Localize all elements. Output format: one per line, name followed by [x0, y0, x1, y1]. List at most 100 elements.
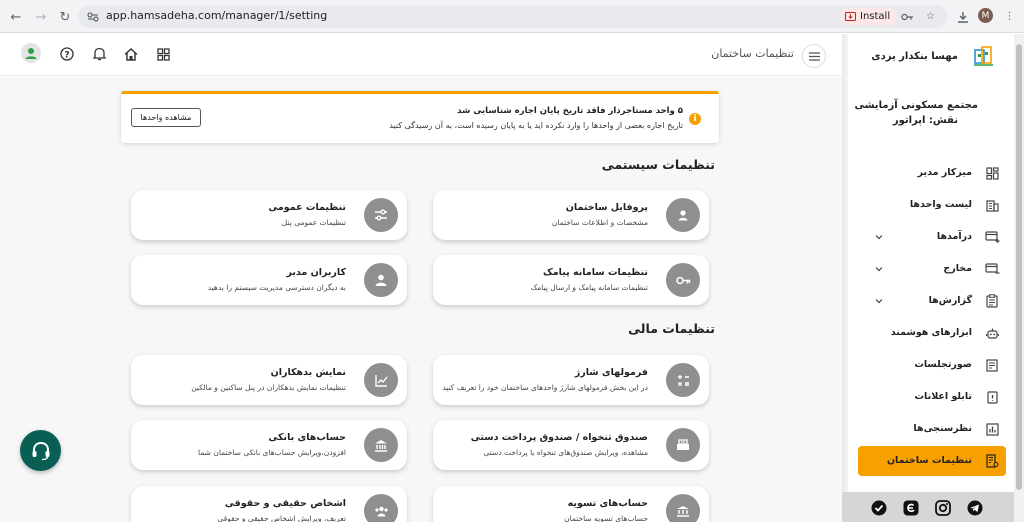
- sidebar-item-reports[interactable]: گزارش‌ها: [858, 286, 1006, 316]
- browser-menu-icon[interactable]: ⋮: [1002, 9, 1017, 24]
- sidebar-item-income[interactable]: درآمدها: [858, 222, 1006, 252]
- card-persons[interactable]: اشخاص حقیقی و حقوقی تعریف، ویرایش اشخاص …: [131, 486, 407, 522]
- expense-icon: [984, 261, 1000, 277]
- browser-profile-avatar[interactable]: M: [978, 8, 993, 23]
- chevron-down-icon: [875, 235, 883, 240]
- sidebar-item-polls[interactable]: نظرسنجی‌ها: [858, 414, 1006, 444]
- back-icon[interactable]: ←: [6, 7, 26, 27]
- sidebar-item-label: ابزارهای هوشمند: [890, 327, 972, 338]
- income-icon: [984, 229, 1000, 245]
- view-units-button[interactable]: مشاهده واحدها: [131, 108, 201, 127]
- card-title: پروفایل ساختمان: [565, 202, 648, 213]
- bale-icon[interactable]: [870, 499, 887, 516]
- card-charge-formulas[interactable]: فرمولهای شارژ در این بخش فرمولهای شارژ و…: [433, 355, 709, 405]
- password-key-icon[interactable]: [900, 9, 915, 24]
- user-icon: [25, 48, 37, 59]
- eitaa-icon[interactable]: [902, 499, 919, 516]
- card-title: اشخاص حقیقی و حقوقی: [224, 498, 346, 509]
- card-settlement-accounts[interactable]: حساب‌های تسویه حساب‌های تسویه ساختمان: [433, 486, 709, 522]
- profile-initial: M: [981, 10, 990, 21]
- url-text[interactable]: app.hamsadeha.com/manager/1/setting: [106, 9, 327, 22]
- sliders-icon: [364, 198, 398, 232]
- sidebar-item-label: تنظیمات ساختمان: [886, 455, 972, 466]
- user-avatar[interactable]: [21, 43, 41, 63]
- home-icon[interactable]: [122, 45, 140, 63]
- sidebar-item-label: میزکار مدیر: [917, 167, 972, 178]
- download-icon[interactable]: [955, 9, 970, 24]
- chart-icon: [364, 363, 398, 397]
- grid-apps-icon[interactable]: [154, 45, 172, 63]
- sidebar-item-label: لیست واحدها: [909, 199, 972, 210]
- alert-title: ۵ واحد مستاجردار فاقد تاریخ پایان اجاره …: [457, 106, 683, 116]
- card-desc: تنظیمات عمومی پنل: [281, 218, 346, 227]
- info-icon: i: [689, 113, 701, 125]
- address-bar[interactable]: app.hamsadeha.com/manager/1/setting Inst…: [78, 5, 948, 28]
- sidebar-item-label: صورتجلسات: [914, 359, 972, 370]
- svg-text:?: ?: [64, 51, 69, 61]
- card-title: نمایش بدهکاران: [270, 367, 346, 378]
- tenancy-alert: i ۵ واحد مستاجردار فاقد تاریخ پایان اجار…: [121, 91, 719, 143]
- card-title: صندوق تنخواه / صندوق پرداخت دستی: [470, 432, 648, 443]
- card-title: حساب‌های تسویه: [567, 498, 648, 509]
- card-desc: افزودن،ویرایش حساب‌های بانکی ساختمان شما: [198, 448, 346, 457]
- chevron-down-icon: [875, 299, 883, 304]
- card-title: تنظیمات عمومی: [268, 202, 346, 213]
- card-cash-box[interactable]: صندوق تنخواه / صندوق پرداخت دستی مشاهده،…: [433, 420, 709, 470]
- cash-box-icon: [666, 428, 700, 462]
- sidebar-item-units[interactable]: لیست واحدها: [858, 190, 1006, 220]
- card-building-profile[interactable]: پروفایل ساختمان مشخصات و اطلاعات ساختمان: [433, 190, 709, 240]
- help-icon[interactable]: ?: [58, 45, 76, 63]
- card-general-settings[interactable]: تنظیمات عمومی تنظیمات عمومی پنل: [131, 190, 407, 240]
- sidebar: مهسا بنکدار یزدی مجتمع مسکونی آزمایشی نق…: [848, 34, 1014, 522]
- alert-text: تاریخ اجاره بعضی از واحدها را وارد نکرده…: [389, 121, 683, 130]
- support-button[interactable]: [20, 430, 61, 471]
- notice-board-icon: [984, 389, 1000, 405]
- card-desc: به دیگران دسترسی مدیریت سیستم را بدهید: [207, 283, 346, 292]
- sidebar-item-building-settings[interactable]: تنظیمات ساختمان: [858, 446, 1006, 476]
- bookmark-star-icon[interactable]: ☆: [923, 9, 938, 24]
- card-desc: در این بخش فرمولهای شارژ واحدهای ساختمان…: [442, 383, 648, 392]
- card-bank-accounts[interactable]: حساب‌های بانکی افزودن،ویرایش حساب‌های با…: [131, 420, 407, 470]
- menu-toggle-button[interactable]: [802, 44, 826, 68]
- sidebar-item-dashboard[interactable]: میزکار مدیر: [858, 158, 1006, 188]
- sidebar-scrollbar[interactable]: [1014, 34, 1024, 522]
- card-sms-settings[interactable]: تنظیمات سامانه پیامک تنظیمات سامانه پیام…: [433, 255, 709, 305]
- chevron-down-icon: [875, 267, 883, 272]
- card-desc: تنظیمات سامانه پیامک و ارسال پیامک: [530, 283, 648, 292]
- sidebar-item-smart-tools[interactable]: ابزارهای هوشمند: [858, 318, 1006, 348]
- instagram-icon[interactable]: [934, 499, 951, 516]
- minutes-icon: [984, 357, 1000, 373]
- card-title: حساب‌های بانکی: [268, 432, 346, 443]
- calculator-icon: [666, 363, 700, 397]
- dashboard-icon: [984, 165, 1000, 181]
- browser-toolbar: ← → ↻ app.hamsadeha.com/manager/1/settin…: [0, 0, 1024, 33]
- sidebar-item-label: نظرسنجی‌ها: [913, 423, 972, 434]
- telegram-icon[interactable]: [966, 499, 983, 516]
- settlement-icon: [666, 494, 700, 522]
- site-info-icon[interactable]: [86, 10, 100, 23]
- sidebar-item-notice-board[interactable]: تابلو اعلانات: [858, 382, 1006, 412]
- card-desc: تعریف، ویرایش اشخاص حقیقی و حقوقی: [217, 514, 346, 522]
- social-links-bar: [842, 492, 1014, 522]
- sidebar-item-label: گزارش‌ها: [928, 295, 972, 306]
- sidebar-item-expenses[interactable]: مخارج: [858, 254, 1006, 284]
- scrollbar-thumb[interactable]: [1016, 44, 1022, 490]
- reload-icon[interactable]: ↻: [55, 7, 75, 27]
- people-icon: [364, 494, 398, 522]
- install-app-button[interactable]: Install: [840, 8, 898, 25]
- card-admin-users[interactable]: کاربران مدیر به دیگران دسترسی مدیریت سیس…: [131, 255, 407, 305]
- app-root: ? تنظیمات ساختمان i ۵ واحد مستاجردار فاق…: [0, 34, 1024, 522]
- notification-bell-icon[interactable]: [90, 45, 108, 63]
- robot-icon: [984, 325, 1000, 341]
- sidebar-item-label: تابلو اعلانات: [914, 391, 972, 402]
- section-title-financial: تنظیمات مالی: [628, 321, 715, 336]
- sidebar-item-minutes[interactable]: صورتجلسات: [858, 350, 1006, 380]
- forward-icon[interactable]: →: [31, 7, 51, 27]
- install-label: Install: [860, 11, 891, 22]
- card-show-debtors[interactable]: نمایش بدهکاران تنظیمات نمایش بدهکاران در…: [131, 355, 407, 405]
- bank-icon: [364, 428, 398, 462]
- user-role: نقش: اپراتور: [892, 115, 958, 126]
- poll-icon: [984, 421, 1000, 437]
- top-bar: ? تنظیمات ساختمان: [0, 34, 842, 76]
- card-desc: مشخصات و اطلاعات ساختمان: [551, 218, 648, 227]
